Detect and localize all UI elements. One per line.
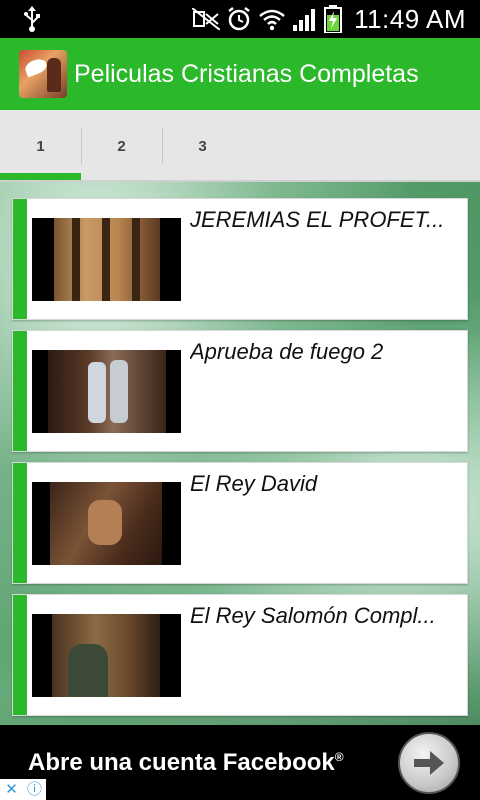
mute-icon	[192, 8, 221, 30]
ad-banner[interactable]: Abre una cuenta Facebook® ✕ ⓘ	[0, 725, 480, 800]
list-item-accent	[13, 595, 27, 715]
app-logo-icon[interactable]	[19, 50, 67, 98]
list-item[interactable]: El Rey David	[12, 462, 468, 584]
close-icon[interactable]: ✕	[0, 779, 23, 800]
list-item-accent	[13, 463, 27, 583]
ad-choices: ✕ ⓘ	[0, 779, 46, 800]
status-time: 11:49 AM	[354, 3, 466, 34]
usb-icon	[24, 6, 40, 32]
list-item-accent	[13, 331, 27, 451]
tab-divider	[162, 128, 163, 164]
app-title: Peliculas Cristianas Completas	[74, 59, 419, 88]
movie-title: JEREMIAS EL PROFET...	[190, 207, 445, 232]
movie-thumbnail	[32, 614, 181, 697]
tab-3[interactable]: 3	[162, 110, 243, 182]
ad-text-label: Abre una cuenta Facebook	[28, 749, 335, 776]
tab-2[interactable]: 2	[81, 110, 162, 182]
alarm-icon	[228, 7, 250, 31]
movie-thumbnail	[32, 482, 181, 565]
ad-trademark: ®	[334, 750, 344, 764]
ad-arrow-button[interactable]	[398, 732, 460, 794]
movie-list: JEREMIAS EL PROFET... Aprueba de fuego 2…	[0, 182, 480, 725]
list-item[interactable]: JEREMIAS EL PROFET...	[12, 198, 468, 320]
movie-thumbnail	[32, 218, 181, 301]
movie-title: Aprueba de fuego 2	[190, 339, 384, 364]
battery-charging-icon	[324, 5, 343, 33]
movie-title: El Rey David	[190, 471, 318, 496]
list-item[interactable]: El Rey Salomón Compl...	[12, 594, 468, 716]
tab-bar: 1 2 3	[0, 110, 480, 182]
movie-title: El Rey Salomón Compl...	[190, 603, 436, 628]
info-icon[interactable]: ⓘ	[23, 779, 46, 800]
tab-1[interactable]: 1	[0, 110, 81, 182]
signal-icon	[293, 9, 316, 31]
tab-divider	[81, 128, 82, 164]
action-bar: Peliculas Cristianas Completas	[0, 38, 480, 110]
movie-thumbnail	[32, 350, 181, 433]
list-item[interactable]: Aprueba de fuego 2	[12, 330, 468, 452]
arrow-right-icon	[414, 751, 444, 775]
wifi-icon	[259, 9, 285, 31]
status-bar: 11:49 AM	[0, 0, 480, 38]
ad-text[interactable]: Abre una cuenta Facebook®	[28, 749, 344, 777]
list-item-accent	[13, 199, 27, 319]
